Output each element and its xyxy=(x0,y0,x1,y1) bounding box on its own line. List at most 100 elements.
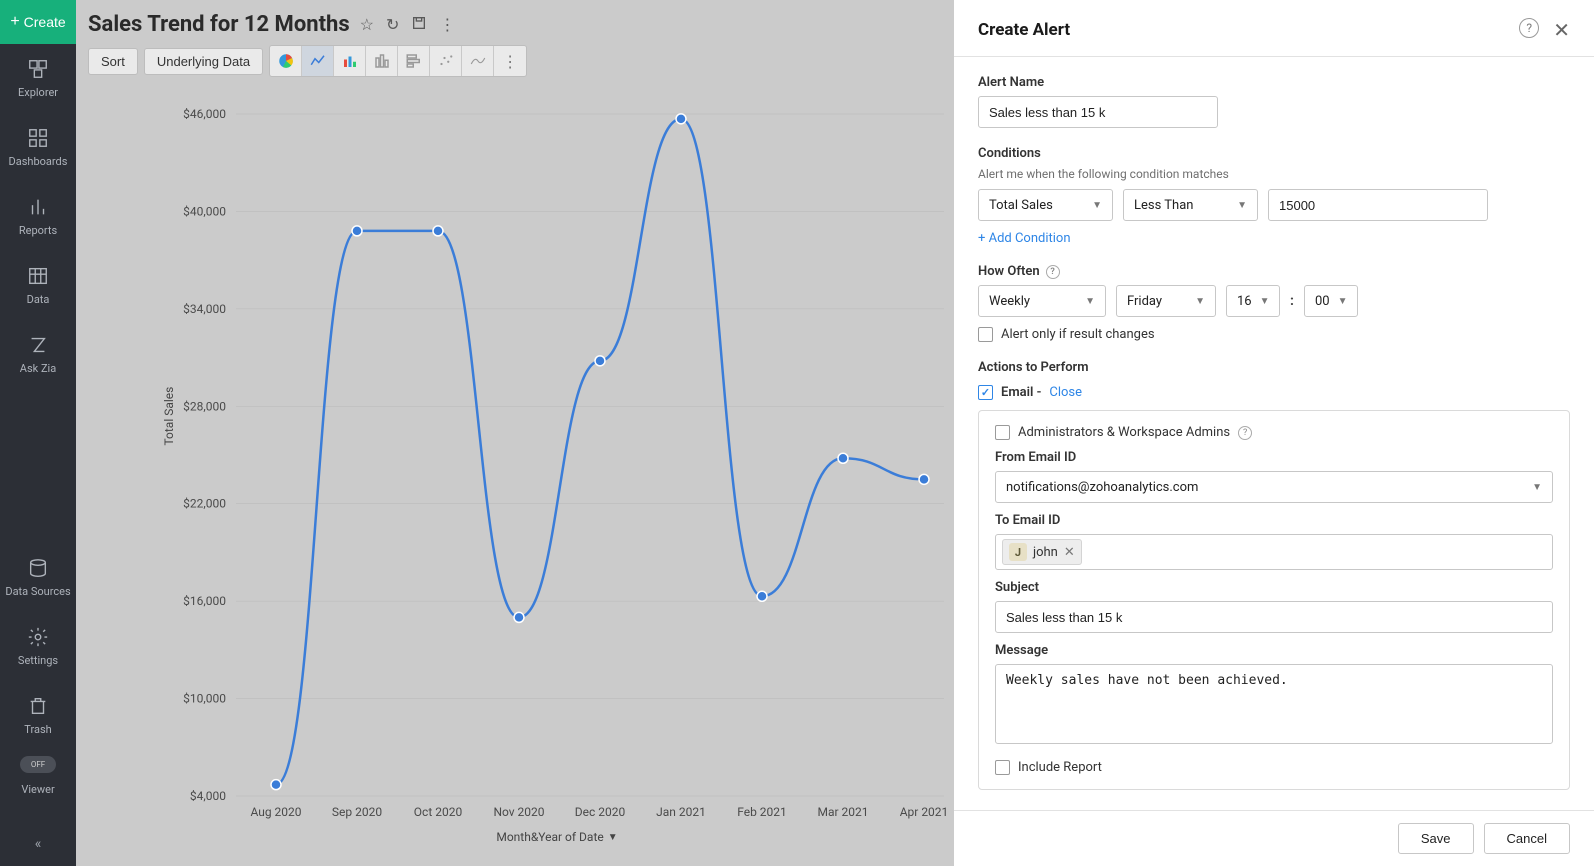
nav-label: Ask Zia xyxy=(20,362,56,375)
to-email-input[interactable]: J john ✕ xyxy=(995,534,1553,570)
nav-label: Trash xyxy=(24,723,51,736)
remove-token-icon[interactable]: ✕ xyxy=(1064,545,1075,560)
admins-checkbox[interactable] xyxy=(995,425,1010,440)
sidebar-item-data[interactable]: Data xyxy=(0,251,76,320)
viewer-toggle[interactable]: OFF xyxy=(20,756,56,773)
admins-label: Administrators & Workspace Admins xyxy=(1018,425,1230,440)
chart-area: Total Sales $4,000$10,000$16,000$22,000$… xyxy=(160,104,954,846)
sidebar-item-askzia[interactable]: Ask Zia xyxy=(0,320,76,389)
help-icon[interactable]: ? xyxy=(1238,426,1252,440)
svg-text:Oct 2020: Oct 2020 xyxy=(414,805,463,819)
svg-text:Mar 2021: Mar 2021 xyxy=(817,805,868,819)
x-axis-label[interactable]: Month&Year of Date ▼ xyxy=(496,830,617,844)
chart-type-pie[interactable] xyxy=(270,46,302,76)
sidebar-item-explorer[interactable]: Explorer xyxy=(0,44,76,113)
message-textarea[interactable] xyxy=(995,664,1553,744)
create-button[interactable]: + Create xyxy=(0,0,76,44)
chevron-down-icon: ▼ xyxy=(1195,296,1205,307)
avatar: J xyxy=(1009,543,1027,561)
sidebar-item-dashboards[interactable]: Dashboards xyxy=(0,113,76,182)
chart-type-scatter[interactable] xyxy=(430,46,462,76)
help-icon[interactable]: ? xyxy=(1519,18,1539,38)
main-header: Sales Trend for 12 Months ☆ ↻ ⋮ xyxy=(76,0,954,45)
modal-footer: Save Cancel xyxy=(954,810,1594,866)
condition-field-select[interactable]: Total Sales▼ xyxy=(978,189,1113,221)
day-select[interactable]: Friday▼ xyxy=(1116,285,1216,317)
how-often-text: How Often xyxy=(978,264,1040,279)
reports-icon xyxy=(27,196,49,218)
chart-type-line[interactable] xyxy=(302,46,334,76)
conditions-sublabel: Alert me when the following condition ma… xyxy=(978,167,1570,181)
svg-text:$22,000: $22,000 xyxy=(183,497,226,511)
sidebar-item-trash[interactable]: Trash xyxy=(0,681,76,750)
save-button[interactable]: Save xyxy=(1398,823,1474,854)
close-icon[interactable]: ✕ xyxy=(1553,18,1570,42)
actions-label: Actions to Perform xyxy=(978,360,1570,375)
datasources-icon xyxy=(27,557,49,579)
sort-button[interactable]: Sort xyxy=(88,48,138,75)
chevron-down-icon: ▼ xyxy=(1092,200,1102,211)
email-close-link[interactable]: Close xyxy=(1049,385,1082,400)
chart-type-stacked[interactable] xyxy=(366,46,398,76)
help-icon[interactable]: ? xyxy=(1046,265,1060,279)
select-value: Weekly xyxy=(989,294,1030,309)
subject-label: Subject xyxy=(995,580,1553,595)
viewer-label: Viewer xyxy=(21,783,54,796)
hour-select[interactable]: 16 ▼ xyxy=(1226,285,1280,317)
alert-name-input[interactable] xyxy=(978,96,1218,128)
trash-icon xyxy=(27,695,49,717)
page-title: Sales Trend for 12 Months xyxy=(88,12,350,37)
gear-icon xyxy=(27,626,49,648)
email-token: J john ✕ xyxy=(1002,539,1082,565)
condition-operator-select[interactable]: Less Than▼ xyxy=(1123,189,1258,221)
chart-type-bar[interactable] xyxy=(334,46,366,76)
how-often-label: How Often ? xyxy=(978,264,1060,279)
chart-type-more[interactable]: ⋮ xyxy=(494,46,526,76)
sidebar-item-settings[interactable]: Settings xyxy=(0,612,76,681)
viewer-toggle-block[interactable]: OFF Viewer xyxy=(16,750,60,826)
nav-label: Data Sources xyxy=(5,585,70,598)
cancel-button[interactable]: Cancel xyxy=(1484,823,1570,854)
from-email-select[interactable]: notifications@zohoanalytics.com▼ xyxy=(995,471,1553,503)
nav-label: Reports xyxy=(19,224,57,237)
svg-text:$16,000: $16,000 xyxy=(183,594,226,608)
chart-type-horizontal-bar[interactable] xyxy=(398,46,430,76)
star-icon[interactable]: ☆ xyxy=(360,15,374,34)
add-condition-link[interactable]: + Add Condition xyxy=(978,231,1071,246)
alert-name-label: Alert Name xyxy=(978,75,1570,90)
chevron-down-icon: ▼ xyxy=(1085,296,1095,307)
alert-only-if-changes-checkbox[interactable] xyxy=(978,327,993,342)
frequency-select[interactable]: Weekly ▼ xyxy=(978,285,1106,317)
nav-label: Settings xyxy=(18,654,58,667)
refresh-icon[interactable]: ↻ xyxy=(386,15,399,34)
left-sidebar: + Create Explorer Dashboards Reports Dat… xyxy=(0,0,76,866)
condition-value-input[interactable] xyxy=(1268,189,1488,221)
collapse-sidebar-button[interactable]: « xyxy=(35,826,42,866)
subject-input[interactable] xyxy=(995,601,1553,633)
email-settings-panel: Administrators & Workspace Admins ? From… xyxy=(978,410,1570,790)
modal-header: Create Alert ? ✕ xyxy=(954,0,1594,57)
select-value: 16 xyxy=(1237,294,1252,309)
chevron-down-icon: ▼ xyxy=(608,832,618,843)
underlying-data-button[interactable]: Underlying Data xyxy=(144,48,263,75)
save-icon[interactable] xyxy=(411,15,427,35)
askzia-icon xyxy=(27,334,49,356)
svg-text:$28,000: $28,000 xyxy=(183,399,226,413)
email-action-checkbox[interactable] xyxy=(978,385,993,400)
sidebar-item-datasources[interactable]: Data Sources xyxy=(0,543,76,612)
create-alert-modal: Create Alert ? ✕ Alert Name Conditions A… xyxy=(954,0,1594,866)
include-report-checkbox[interactable] xyxy=(995,760,1010,775)
token-name: john xyxy=(1033,545,1058,560)
minute-select[interactable]: 00▼ xyxy=(1304,285,1358,317)
toolbar: Sort Underlying Data ⋮ xyxy=(76,45,954,85)
chart-type-web[interactable] xyxy=(462,46,494,76)
sidebar-item-reports[interactable]: Reports xyxy=(0,182,76,251)
to-email-label: To Email ID xyxy=(995,513,1553,528)
chevron-down-icon: ▼ xyxy=(1338,296,1348,307)
y-axis-label: Total Sales xyxy=(162,387,176,446)
more-icon[interactable]: ⋮ xyxy=(439,15,455,34)
chevron-down-icon: ▼ xyxy=(1260,296,1270,307)
chevron-down-icon: ▼ xyxy=(1237,200,1247,211)
conditions-label: Conditions xyxy=(978,146,1570,161)
message-label: Message xyxy=(995,643,1553,658)
